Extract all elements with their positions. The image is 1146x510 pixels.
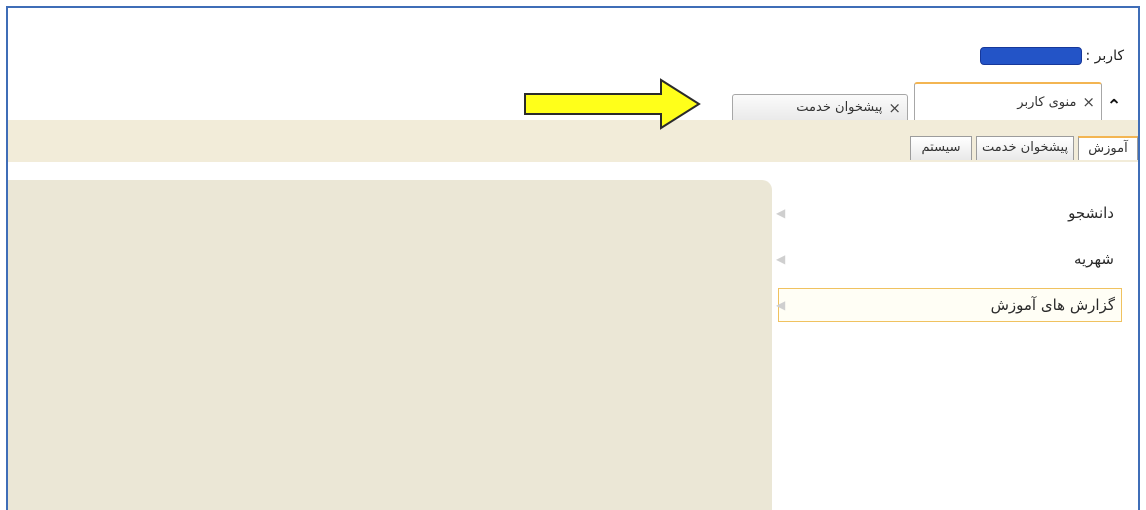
tab-service-desk-label: پیشخوان خدمت xyxy=(796,100,883,115)
close-icon[interactable]: × xyxy=(1082,93,1095,111)
close-icon[interactable]: × xyxy=(888,99,901,117)
subtab-education-label: آموزش xyxy=(1088,141,1128,156)
subtab-service-desk[interactable]: پیشخوان خدمت xyxy=(976,136,1074,160)
subtab-service-desk-label: پیشخوان خدمت xyxy=(981,140,1069,155)
tab-user-menu-label: منوی کاربر xyxy=(1017,94,1077,110)
tab-service-desk[interactable]: × پیشخوان خدمت xyxy=(732,94,908,120)
menu-item-student-label: دانشجو xyxy=(1068,204,1114,222)
username-redacted xyxy=(979,47,1082,65)
subtab-system[interactable]: سیستم xyxy=(910,136,972,160)
collapse-menu-button[interactable]: ⌃ xyxy=(1102,96,1126,117)
tab-user-menu[interactable]: × منوی کاربر xyxy=(914,82,1102,120)
menu-item-tuition[interactable]: شهریه xyxy=(1074,250,1114,268)
triangle-left-icon: ◀ xyxy=(776,252,786,266)
menu-item-education-reports[interactable]: گزارش های آموزش xyxy=(778,288,1122,322)
user-label: کاربر : xyxy=(1085,48,1124,64)
triangle-left-icon: ◀ xyxy=(776,298,786,312)
subtab-education[interactable]: آموزش xyxy=(1078,136,1138,160)
menu-item-tuition-label: شهریه xyxy=(1074,250,1114,268)
content-panel xyxy=(8,180,772,510)
subtab-system-label: سیستم xyxy=(921,140,961,155)
user-info: کاربر : xyxy=(979,47,1124,65)
triangle-left-icon: ◀ xyxy=(776,206,786,220)
menu-item-student[interactable]: دانشجو xyxy=(1068,204,1114,222)
annotation-arrow xyxy=(524,78,701,130)
menu-item-education-reports-label: گزارش های آموزش xyxy=(990,296,1115,314)
main-frame: کاربر : ⌃ × منوی کاربر × پیشخوان خدمت آم… xyxy=(6,6,1140,510)
double-chevron-up-icon: ⌃ xyxy=(1106,96,1122,117)
